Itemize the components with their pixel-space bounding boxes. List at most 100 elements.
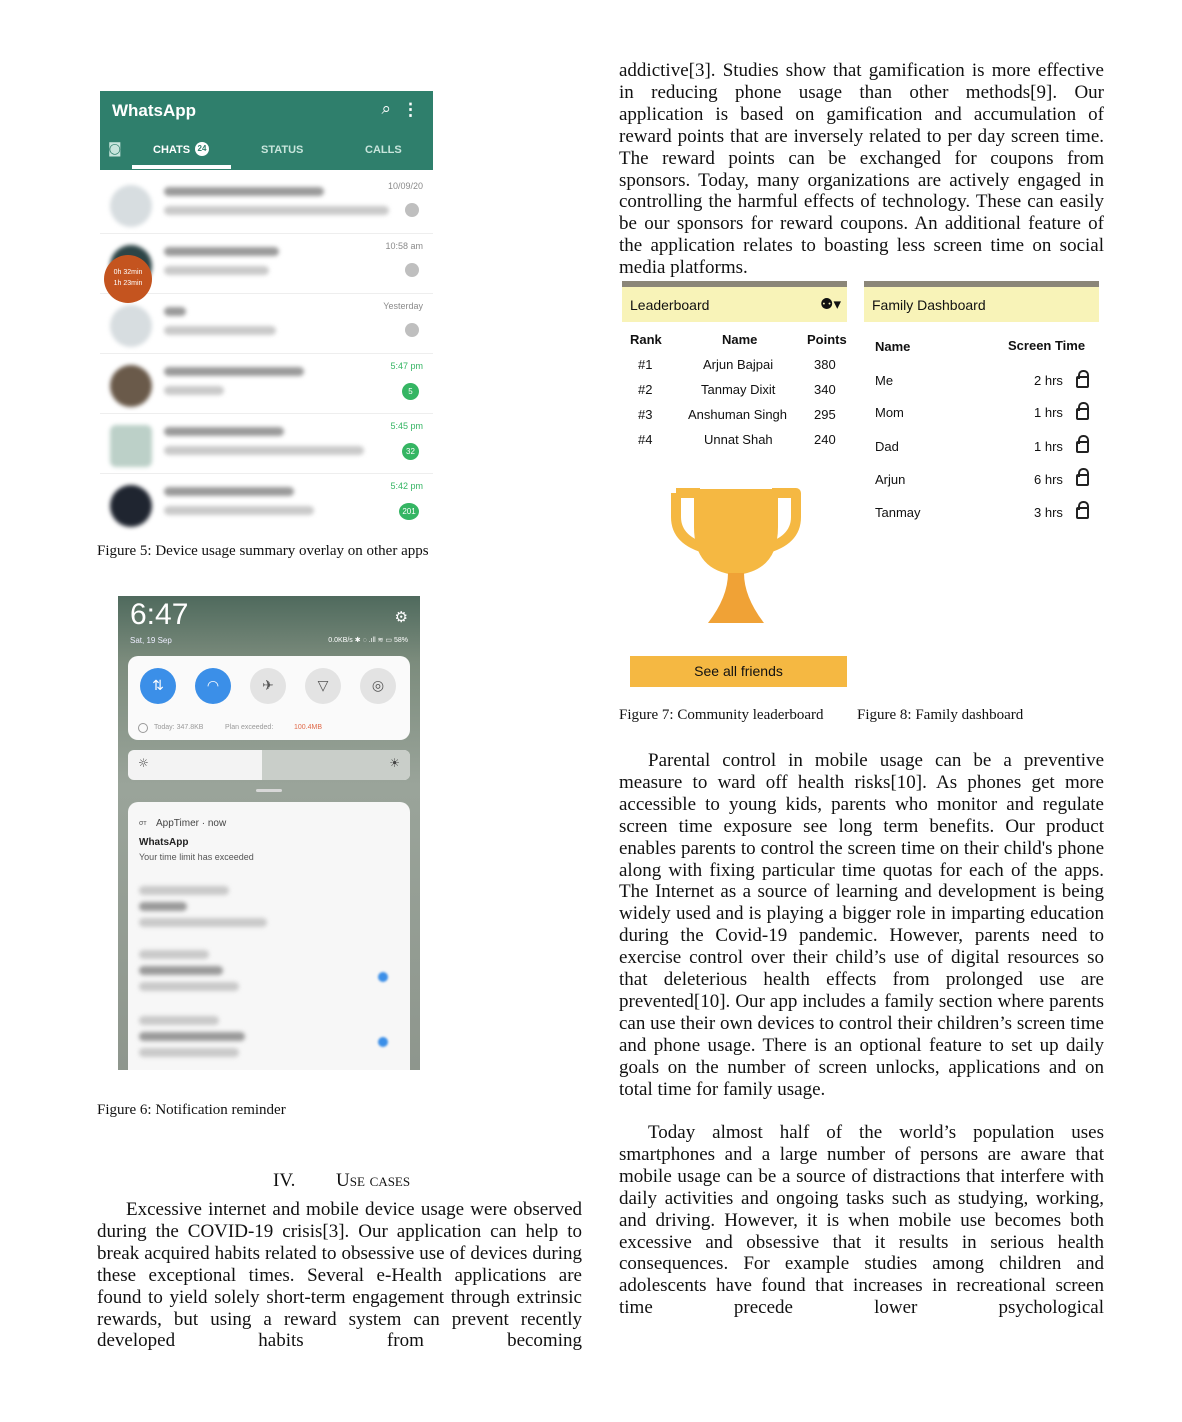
- lock-icon[interactable]: [1076, 435, 1089, 453]
- data-today: Today: 347.8KB: [154, 724, 204, 731]
- chat-time: 10:58 am: [385, 241, 423, 251]
- mobile-data-icon[interactable]: ⇅: [140, 668, 176, 704]
- chat-time: Yesterday: [383, 301, 423, 311]
- pin-icon: [405, 323, 419, 337]
- search-icon[interactable]: ⌕: [381, 99, 391, 119]
- brightness-slider[interactable]: ☼ ☀: [128, 750, 410, 780]
- chat-row[interactable]: 10/09/20: [100, 173, 433, 234]
- quick-settings-panel: ⇅ ◠ ✈ ▽ ◎ Today: 347.8KB Plan exceeded: …: [128, 656, 410, 740]
- drag-handle[interactable]: [256, 789, 282, 792]
- airplane-mode-icon[interactable]: ✈: [250, 668, 286, 704]
- lock-icon[interactable]: [1076, 402, 1089, 420]
- group-filter-icon[interactable]: ⚉▾: [820, 295, 841, 313]
- paragraph-gamification: addictive[3]. Studies show that gamifica…: [619, 60, 1104, 279]
- clock: 6:47: [130, 598, 189, 631]
- tab-chats[interactable]: CHATS: [153, 144, 190, 156]
- figure-6-caption: Figure 6: Notification reminder: [97, 1102, 286, 1118]
- points-cell: 295: [814, 407, 836, 422]
- col-header-rank: Rank: [630, 332, 662, 347]
- family-header: Family Dashboard: [864, 281, 1099, 322]
- avatar: [110, 305, 152, 347]
- usage-overlay-bubble[interactable]: 0h 32min 1h 23min: [104, 255, 152, 303]
- points-cell: 380: [814, 357, 836, 372]
- unread-badge: 5: [402, 383, 419, 400]
- avatar: [110, 485, 152, 527]
- paragraph-smartphone-usage: Today almost half of the world’s populat…: [619, 1122, 1104, 1319]
- member-name: Me: [875, 373, 894, 388]
- notification-title[interactable]: WhatsApp: [139, 837, 188, 848]
- camera-icon[interactable]: ◙: [108, 141, 122, 157]
- figure-5-whatsapp-screenshot: WhatsApp ⌕ ⋮ ◙ CHATS 24 STATUS CALLS 10/…: [100, 91, 433, 531]
- points-cell: 240: [814, 432, 836, 447]
- leaderboard-title: Leaderboard: [630, 297, 710, 313]
- avatar: [110, 425, 152, 467]
- overlay-total-usage: 1h 23min: [113, 280, 143, 287]
- wifi-icon[interactable]: ◠: [195, 668, 231, 704]
- apptimer-icon: σт: [139, 820, 147, 827]
- col-header-points: Points: [807, 332, 847, 347]
- notification-list: σт AppTimer · now WhatsApp Your time lim…: [128, 802, 410, 1070]
- name-cell: Anshuman Singh: [688, 407, 788, 422]
- avatar: [110, 365, 152, 407]
- unread-badge: 201: [399, 503, 419, 520]
- data-usage-icon: [138, 723, 148, 733]
- chat-row[interactable]: Yesterday: [100, 293, 433, 354]
- paragraph-use-cases: Excessive internet and mobile device usa…: [97, 1199, 582, 1352]
- chat-time: 10/09/20: [387, 181, 423, 191]
- more-options-icon[interactable]: ⋮: [402, 100, 419, 120]
- tab-calls[interactable]: CALLS: [365, 144, 402, 156]
- whatsapp-header: WhatsApp ⌕ ⋮ ◙ CHATS 24 STATUS CALLS: [100, 91, 433, 170]
- tab-status[interactable]: STATUS: [261, 144, 303, 156]
- settings-gear-icon[interactable]: ⚙: [395, 608, 408, 626]
- status-bar: 0.0KB/s ✱ ◌ .ıll ≋ ▭ 58%: [328, 637, 408, 644]
- lock-icon[interactable]: [1076, 370, 1089, 388]
- leaderboard-header: Leaderboard ⚉▾: [622, 281, 847, 322]
- plan-exceeded-value: 100.4MB: [294, 724, 323, 731]
- rank-cell: #4: [638, 432, 653, 447]
- date: Sat, 19 Sep: [130, 636, 172, 645]
- lock-icon[interactable]: [1076, 468, 1089, 486]
- member-screen-time: 1 hrs: [1034, 405, 1063, 420]
- lock-icon[interactable]: [1076, 501, 1089, 519]
- unread-badge: 32: [402, 443, 419, 460]
- brightness-low-icon: ☼: [138, 756, 149, 770]
- plan-exceeded-label: Plan exceeded:: [225, 724, 274, 731]
- chat-time: 5:47 pm: [390, 361, 423, 371]
- name-cell: Arjun Bajpai: [703, 357, 774, 372]
- member-screen-time: 6 hrs: [1034, 472, 1063, 487]
- col-header-screen-time: Screen Time: [1008, 338, 1086, 353]
- chat-row[interactable]: 5:47 pm 5: [100, 353, 433, 414]
- points-cell: 340: [814, 382, 836, 397]
- rank-cell: #1: [638, 357, 653, 372]
- trophy-icon: [671, 488, 801, 623]
- pin-icon: [405, 203, 419, 217]
- overlay-today-usage: 0h 32min: [113, 269, 143, 276]
- muted-icon: [405, 263, 419, 277]
- chat-row[interactable]: 5:42 pm 201: [100, 473, 433, 533]
- chat-time: 5:42 pm: [390, 481, 423, 491]
- member-screen-time: 3 hrs: [1034, 505, 1063, 520]
- chat-row[interactable]: 5:45 pm 32: [100, 413, 433, 474]
- name-cell: Tanmay Dixit: [701, 382, 776, 397]
- figure-7-caption: Figure 7: Community leaderboard: [619, 707, 824, 723]
- col-header-name: Name: [875, 339, 911, 354]
- member-name: Arjun: [875, 472, 906, 487]
- chat-time: 5:45 pm: [390, 421, 423, 431]
- whatsapp-title: WhatsApp: [112, 101, 197, 120]
- chats-count-badge: 24: [195, 142, 209, 156]
- member-screen-time: 1 hrs: [1034, 439, 1063, 454]
- notification-text: Your time limit has exceeded: [139, 852, 254, 862]
- brightness-high-icon: ☀: [389, 756, 400, 770]
- flashlight-icon[interactable]: ▽: [305, 668, 341, 704]
- figure-7-leaderboard: Leaderboard ⚉▾ Rank Name Points #1 Arjun…: [622, 281, 847, 691]
- col-header-name: Name: [722, 332, 758, 347]
- section-number: IV.: [273, 1170, 296, 1191]
- rank-cell: #3: [638, 407, 653, 422]
- rank-cell: #2: [638, 382, 653, 397]
- paragraph-parental-control: Parental control in mobile usage can be …: [619, 750, 1104, 1100]
- see-all-friends-button[interactable]: See all friends: [630, 656, 847, 687]
- figure-5-caption: Figure 5: Device usage summary overlay o…: [97, 543, 429, 559]
- figure-6-notification-screenshot: 6:47 Sat, 19 Sep 0.0KB/s ✱ ◌ .ıll ≋ ▭ 58…: [118, 596, 420, 1070]
- family-dashboard-title: Family Dashboard: [872, 297, 986, 313]
- hotspot-icon[interactable]: ◎: [360, 668, 396, 704]
